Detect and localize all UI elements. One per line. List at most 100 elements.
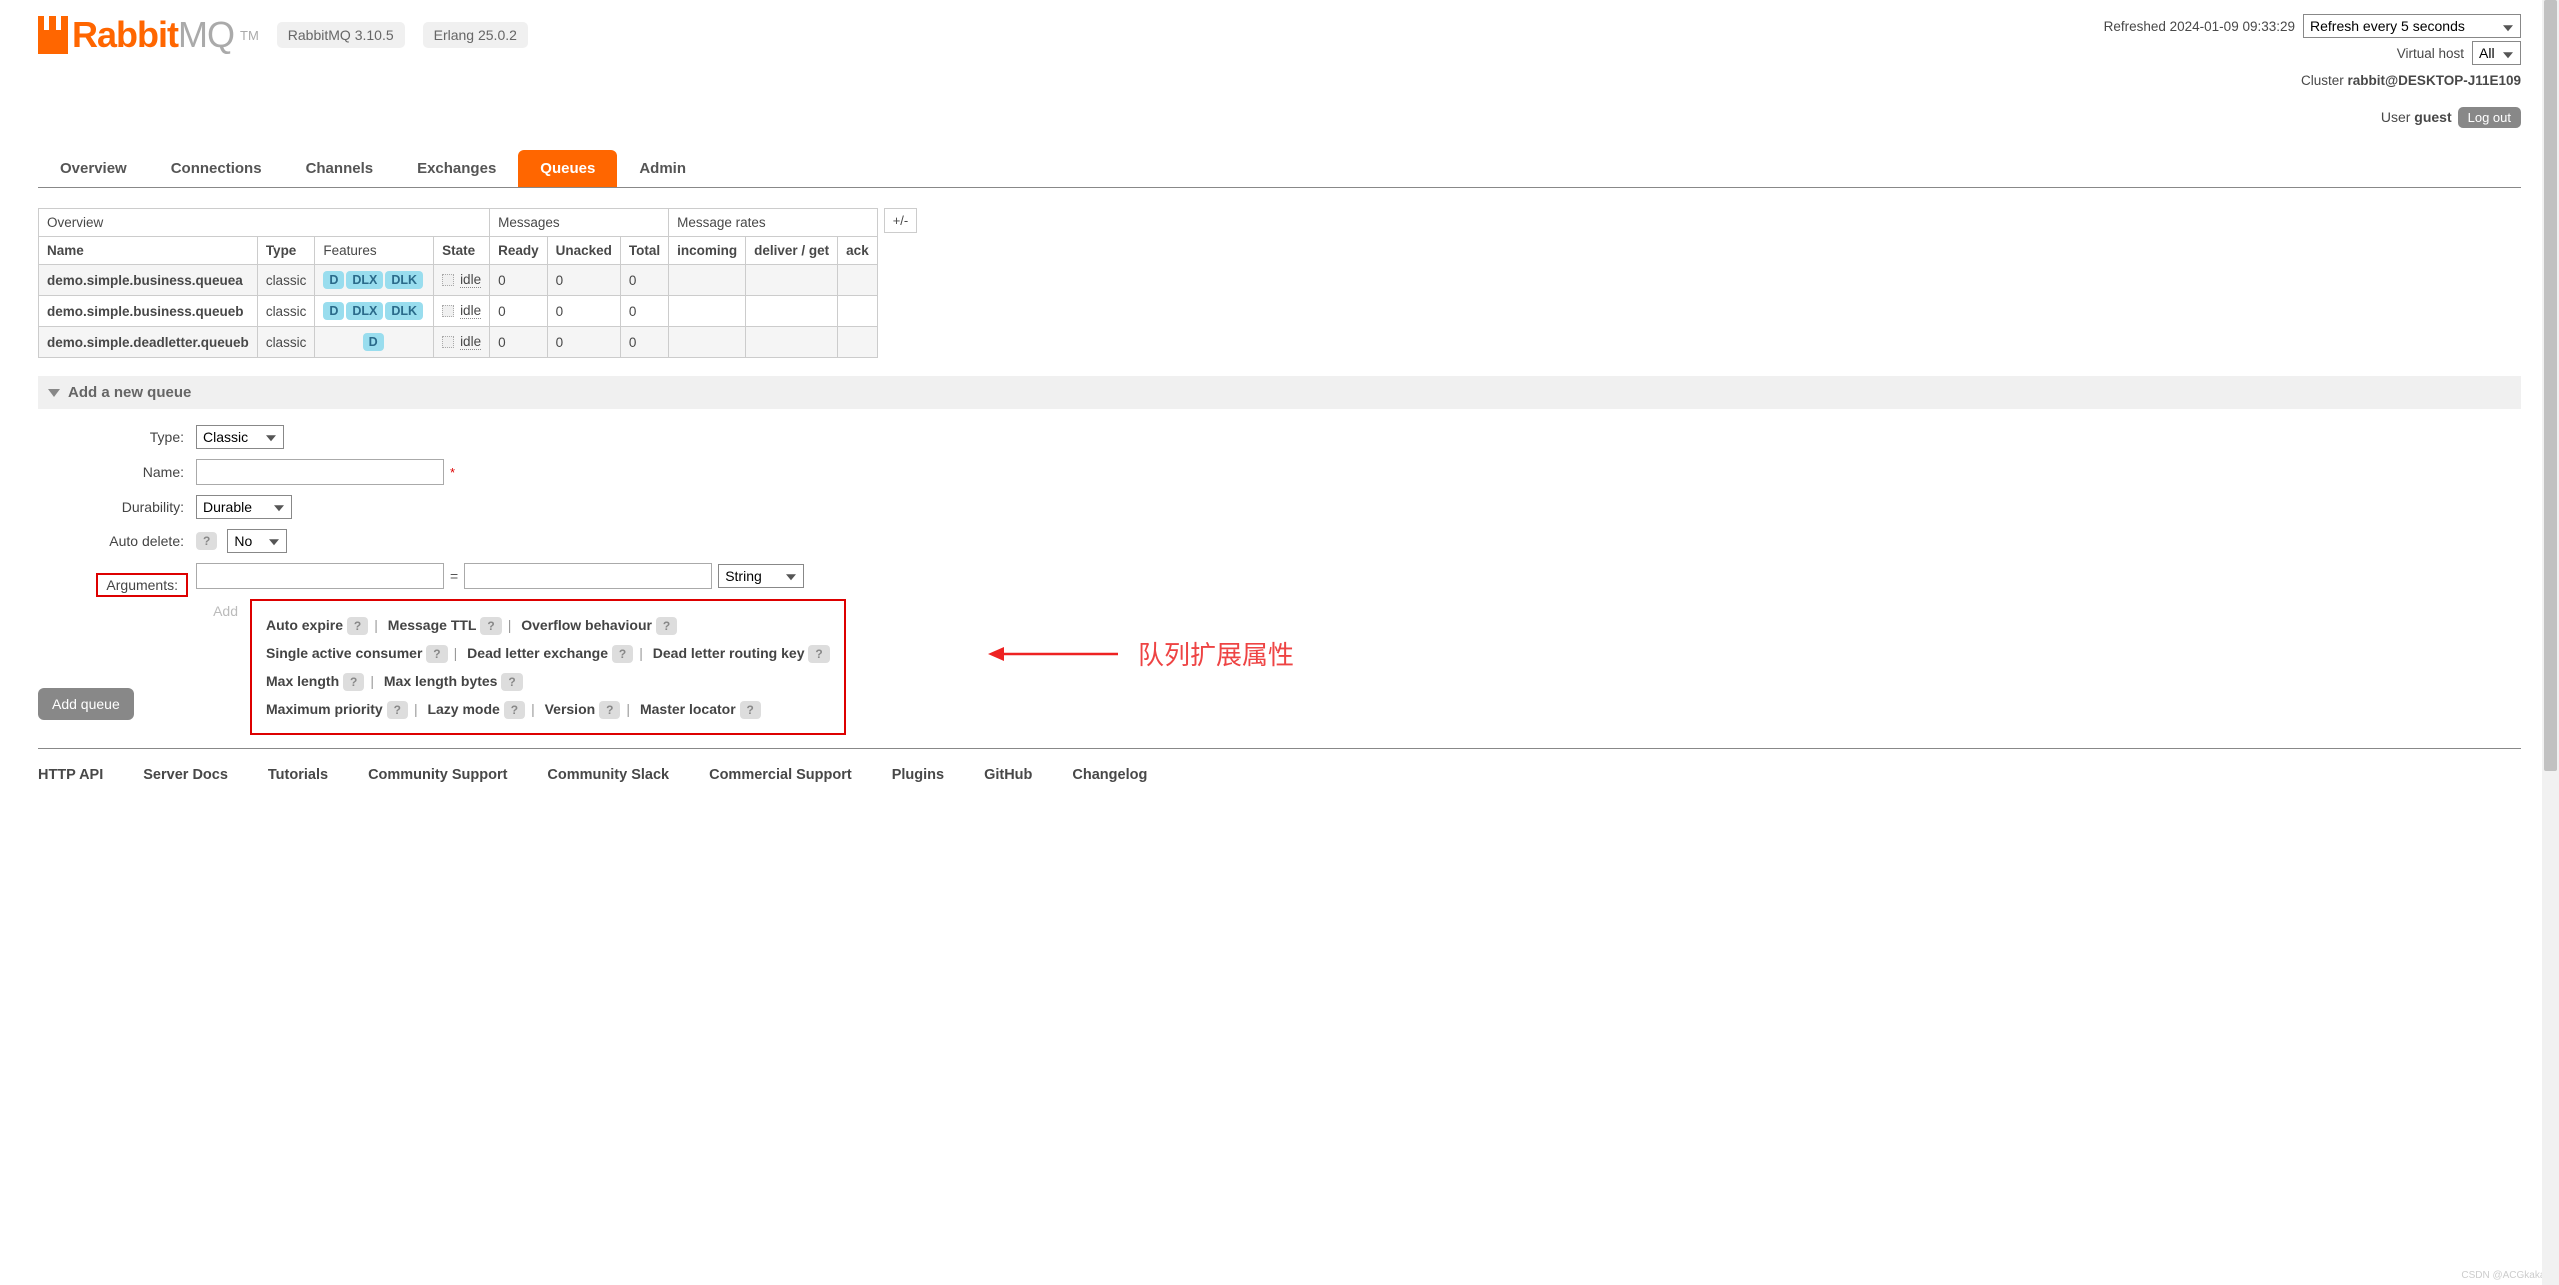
feature-badge: DLK	[385, 302, 423, 320]
col-name[interactable]: Name	[39, 237, 258, 265]
hint-dlrk[interactable]: Dead letter routing key	[653, 645, 805, 661]
durability-select[interactable]: Durable	[196, 495, 292, 519]
tab-channels[interactable]: Channels	[284, 150, 396, 187]
queue-name-link[interactable]: demo.simple.business.queueb	[39, 296, 258, 327]
queue-name-link[interactable]: demo.simple.deadletter.queueb	[39, 327, 258, 358]
scrollbar[interactable]	[2542, 0, 2559, 1285]
col-type[interactable]: Type	[257, 237, 315, 265]
erlang-version-badge: Erlang 25.0.2	[423, 22, 528, 48]
add-queue-section-title: Add a new queue	[68, 384, 191, 401]
hint-message-ttl[interactable]: Message TTL	[388, 617, 477, 633]
queue-total: 0	[620, 296, 668, 327]
col-features[interactable]: Features	[315, 237, 434, 265]
rabbitmq-icon	[38, 16, 68, 54]
queue-ack	[838, 265, 878, 296]
hint-overflow-help[interactable]: ?	[656, 617, 677, 635]
hint-master-locator-help[interactable]: ?	[740, 701, 761, 719]
scrollbar-thumb[interactable]	[2544, 0, 2557, 771]
add-queue-form: Type: Classic Name: * Durability: Durabl…	[38, 409, 2521, 720]
footer-community-slack[interactable]: Community Slack	[547, 767, 669, 783]
hint-max-length[interactable]: Max length	[266, 673, 339, 689]
col-ack[interactable]: ack	[838, 237, 878, 265]
queue-total: 0	[620, 327, 668, 358]
durability-label: Durability:	[38, 499, 196, 515]
footer-commercial-support[interactable]: Commercial Support	[709, 767, 852, 783]
chevron-down-icon	[48, 389, 60, 397]
footer-plugins[interactable]: Plugins	[892, 767, 944, 783]
hint-auto-expire-help[interactable]: ?	[347, 617, 368, 635]
footer-github[interactable]: GitHub	[984, 767, 1032, 783]
col-ready[interactable]: Ready	[490, 237, 548, 265]
hint-dlx[interactable]: Dead letter exchange	[467, 645, 608, 661]
vhost-label: Virtual host	[2397, 42, 2464, 66]
refresh-interval-select[interactable]: Refresh every 5 seconds	[2303, 14, 2521, 38]
tab-queues[interactable]: Queues	[518, 150, 617, 187]
queue-deliver	[746, 327, 838, 358]
tab-admin[interactable]: Admin	[617, 150, 708, 187]
footer-community-support[interactable]: Community Support	[368, 767, 507, 783]
queue-type: classic	[257, 296, 315, 327]
hint-version-help[interactable]: ?	[599, 701, 620, 719]
add-queue-section-header[interactable]: Add a new queue	[38, 376, 2521, 409]
queue-features: DDLXDLK	[315, 265, 434, 296]
vhost-select[interactable]: All	[2472, 41, 2521, 65]
hint-max-length-bytes[interactable]: Max length bytes	[384, 673, 498, 689]
tab-overview[interactable]: Overview	[38, 150, 149, 187]
footer-server-docs[interactable]: Server Docs	[143, 767, 228, 783]
hint-max-priority-help[interactable]: ?	[387, 701, 408, 719]
queue-state: idle	[434, 296, 490, 327]
hint-dlx-help[interactable]: ?	[612, 645, 633, 663]
table-row: demo.simple.business.queuebclassicDDLXDL…	[39, 296, 878, 327]
name-input[interactable]	[196, 459, 444, 485]
hint-single-active-help[interactable]: ?	[426, 645, 447, 663]
argument-key-input[interactable]	[196, 563, 444, 589]
add-label: Add	[213, 603, 238, 619]
tab-exchanges[interactable]: Exchanges	[395, 150, 518, 187]
state-indicator-icon	[442, 305, 454, 317]
add-queue-button[interactable]: Add queue	[38, 688, 134, 720]
queue-deliver	[746, 296, 838, 327]
footer-http-api[interactable]: HTTP API	[38, 767, 103, 783]
hint-max-length-help[interactable]: ?	[343, 673, 364, 691]
hint-dlrk-help[interactable]: ?	[808, 645, 829, 663]
queue-type: classic	[257, 327, 315, 358]
tab-connections[interactable]: Connections	[149, 150, 284, 187]
hint-master-locator[interactable]: Master locator	[640, 701, 736, 717]
col-state[interactable]: State	[434, 237, 490, 265]
queues-table: Overview Messages Message rates Name Typ…	[38, 208, 878, 358]
hint-version[interactable]: Version	[545, 701, 596, 717]
col-deliver[interactable]: deliver / get	[746, 237, 838, 265]
hint-max-length-bytes-help[interactable]: ?	[501, 673, 522, 691]
rabbitmq-version-badge: RabbitMQ 3.10.5	[277, 22, 405, 48]
auto-delete-help-button[interactable]: ?	[196, 532, 217, 550]
argument-type-select[interactable]: String	[718, 564, 804, 588]
hint-lazy-mode[interactable]: Lazy mode	[427, 701, 499, 717]
argument-value-input[interactable]	[464, 563, 712, 589]
auto-delete-select[interactable]: No	[227, 529, 287, 553]
feature-badge: D	[323, 271, 344, 289]
add-label-wrap: Add	[38, 599, 238, 619]
queue-unacked: 0	[547, 265, 620, 296]
footer: HTTP API Server Docs Tutorials Community…	[38, 748, 2521, 801]
queue-ready: 0	[490, 327, 548, 358]
logout-button[interactable]: Log out	[2458, 107, 2521, 128]
feature-badge: D	[363, 333, 384, 351]
logo-text: RabbitMQ	[72, 14, 234, 56]
feature-badge: DLX	[346, 271, 383, 289]
queue-name-link[interactable]: demo.simple.business.queuea	[39, 265, 258, 296]
columns-toggle-button[interactable]: +/-	[884, 208, 918, 233]
hint-single-active[interactable]: Single active consumer	[266, 645, 422, 661]
footer-changelog[interactable]: Changelog	[1072, 767, 1147, 783]
argument-hints-box: Auto expire ?| Message TTL ?| Overflow b…	[250, 599, 846, 735]
hint-message-ttl-help[interactable]: ?	[480, 617, 501, 635]
hint-auto-expire[interactable]: Auto expire	[266, 617, 343, 633]
col-incoming[interactable]: incoming	[669, 237, 746, 265]
type-select[interactable]: Classic	[196, 425, 284, 449]
hint-max-priority[interactable]: Maximum priority	[266, 701, 383, 717]
hint-lazy-mode-help[interactable]: ?	[504, 701, 525, 719]
hint-overflow[interactable]: Overflow behaviour	[521, 617, 652, 633]
footer-tutorials[interactable]: Tutorials	[268, 767, 328, 783]
col-unacked[interactable]: Unacked	[547, 237, 620, 265]
col-total[interactable]: Total	[620, 237, 668, 265]
queue-features: D	[315, 327, 434, 358]
